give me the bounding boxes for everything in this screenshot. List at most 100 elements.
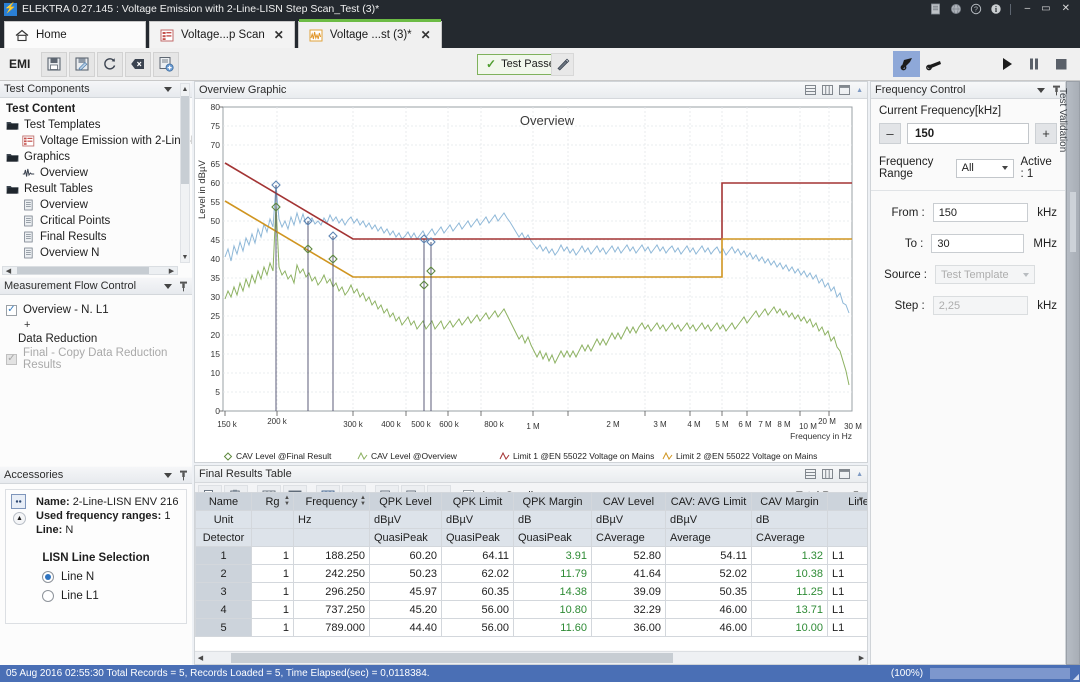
unit-qpk-margin[interactable]: dB▼ [514, 511, 592, 529]
tree-item-overview-graphic[interactable]: Overview [2, 165, 192, 181]
tab-home[interactable]: Home [4, 21, 146, 48]
pin-icon[interactable] [179, 470, 188, 481]
table-row[interactable]: 3 1 296.250 45.97 60.35 14.38 39.09 50.3… [196, 583, 868, 601]
results-horizontal-scrollbar[interactable]: ◀ ▶ [195, 651, 867, 664]
float-icon[interactable] [839, 85, 850, 95]
radio-button[interactable] [42, 590, 54, 602]
antenna-up-button[interactable] [893, 51, 920, 77]
scroll-right-icon[interactable]: ▶ [166, 267, 177, 274]
pause-button[interactable] [1020, 51, 1047, 77]
to-input[interactable]: 30 [931, 234, 1024, 253]
table-row[interactable]: 1 1 188.250 60.20 64.11 3.91 52.80 54.11… [196, 547, 868, 565]
save-as-button[interactable] [69, 52, 95, 77]
frequency-decrement-button[interactable]: – [879, 123, 901, 144]
save-button[interactable] [41, 52, 67, 77]
scroll-thumb[interactable] [1070, 192, 1076, 252]
antenna-down-button[interactable] [920, 51, 947, 77]
col-qpk-margin[interactable]: QPK Margin [514, 493, 592, 511]
col-cav-level[interactable]: CAV Level [592, 493, 666, 511]
edit-button[interactable] [551, 53, 574, 76]
col-qpk-limit[interactable]: QPK Limit [442, 493, 514, 511]
unit-cav-avg-limit[interactable]: dBµV▼ [666, 511, 752, 529]
pin-icon[interactable] [179, 281, 188, 292]
tree-item-graphics[interactable]: Graphics [2, 149, 192, 165]
scroll-up-icon[interactable]: ▲ [181, 84, 189, 94]
resize-grip-icon[interactable]: ◢ [1073, 672, 1079, 681]
help-icon[interactable]: ? [970, 3, 982, 15]
collapse-icon[interactable]: ▲ [856, 87, 863, 94]
col-name[interactable]: Name [196, 493, 252, 511]
chevron-down-icon[interactable] [1037, 88, 1045, 93]
tab-close-icon[interactable]: ✕ [421, 28, 431, 42]
columns-icon[interactable] [822, 469, 833, 479]
table-row[interactable]: 2 1 242.250 50.23 62.02 11.79 41.64 52.0… [196, 565, 868, 583]
scroll-thumb[interactable] [231, 653, 673, 663]
tree-item-final-results[interactable]: Final Results [2, 229, 192, 245]
tree-vertical-scrollbar[interactable]: ▲ ▼ [180, 83, 190, 263]
tree-item-critical-points[interactable]: Critical Points [2, 213, 192, 229]
scroll-right-icon[interactable]: ▶ [856, 652, 867, 664]
scroll-thumb[interactable] [17, 267, 149, 274]
tab-close-icon[interactable]: ✕ [274, 28, 284, 42]
tree-item-overview-n[interactable]: Overview N [2, 245, 192, 261]
results-grid[interactable]: Name Rg▲▼ Frequency▲▼ QPK Level QPK Limi… [195, 492, 867, 650]
tree-item-voltage-emission-template[interactable]: Voltage Emission with 2-Line-LISN St [2, 133, 192, 149]
scroll-down-icon[interactable]: ▼ [181, 252, 189, 262]
unit-cav-margin[interactable]: dB▼ [752, 511, 828, 529]
unit-qpk-limit[interactable]: dBµV▼ [442, 511, 514, 529]
unit-frequency[interactable]: Hz▼ [294, 511, 370, 529]
scroll-left-icon[interactable]: ◀ [3, 267, 14, 274]
checkbox[interactable]: ✓ [6, 305, 17, 316]
refresh-button[interactable] [97, 52, 123, 77]
from-input[interactable]: 150 [933, 203, 1029, 222]
scroll-left-icon[interactable]: ◀ [195, 652, 206, 664]
table-row[interactable]: 5 1 789.000 44.40 56.00 11.60 36.00 46.0… [196, 619, 868, 637]
unit-cav-level[interactable]: dBµV▼ [592, 511, 666, 529]
tree-item-overview-table[interactable]: Overview [2, 197, 192, 213]
chart-canvas[interactable]: Level in dBµV [195, 99, 867, 462]
radio-button[interactable] [42, 571, 54, 583]
frequency-range-select[interactable]: All [956, 159, 1015, 178]
info-icon[interactable]: i [990, 3, 1002, 15]
rows-icon[interactable] [805, 85, 816, 95]
float-icon[interactable] [839, 469, 850, 479]
chevron-down-icon[interactable] [164, 87, 172, 92]
delete-button[interactable] [125, 52, 151, 77]
overview-chart[interactable]: 807570 656055 504540 353025 201510 50 [195, 99, 863, 462]
flow-item-overview[interactable]: ✓ Overview - N. L1 [6, 301, 192, 319]
collapse-icon[interactable]: ▲ [13, 512, 26, 525]
scroll-thumb[interactable] [181, 96, 189, 184]
maximize-button[interactable]: ▭ [1041, 4, 1050, 14]
tree-root[interactable]: Test Content [2, 101, 192, 117]
collapse-icon[interactable]: ▲ [856, 471, 863, 478]
radio-line-n[interactable]: Line N [42, 571, 180, 583]
radio-line-l1[interactable]: Line L1 [42, 590, 180, 602]
col-cav-margin[interactable]: CAV Margin [752, 493, 828, 511]
col-cav-avg-limit[interactable]: CAV: AVG Limit [666, 493, 752, 511]
current-frequency-input[interactable]: 150 [907, 123, 1029, 144]
col-qpk-level[interactable]: QPK Level [370, 493, 442, 511]
test-validation-tab[interactable]: Test Validation [1066, 81, 1080, 665]
col-rg[interactable]: Rg▲▼ [252, 493, 294, 511]
col-frequency[interactable]: Frequency▲▼ [294, 493, 370, 511]
flow-add-icon[interactable]: + [6, 319, 192, 333]
chevron-down-icon[interactable] [164, 284, 172, 289]
unit-qpk-level[interactable]: dBµV▼ [370, 511, 442, 529]
tree-item-result-tables[interactable]: Result Tables [2, 181, 192, 197]
stop-button[interactable] [1047, 51, 1074, 77]
document-icon[interactable] [930, 3, 942, 15]
tab-voltage-test-3[interactable]: Voltage ...st (3)* ✕ [298, 21, 442, 48]
frequency-increment-button[interactable]: + [1035, 123, 1057, 144]
columns-icon[interactable] [822, 85, 833, 95]
chevron-down-icon[interactable] [164, 473, 172, 478]
add-report-button[interactable] [153, 52, 179, 77]
minimize-button[interactable]: – [1025, 4, 1031, 14]
play-button[interactable] [993, 51, 1020, 77]
tab-voltage-step-scan[interactable]: Voltage...p Scan ✕ [149, 21, 295, 48]
tree-item-test-templates[interactable]: Test Templates [2, 117, 192, 133]
close-button[interactable]: ✕ [1062, 4, 1070, 14]
table-row[interactable]: 4 1 737.250 45.20 56.00 10.80 32.29 46.0… [196, 601, 868, 619]
tree-horizontal-scrollbar[interactable]: ◀ ▶ [2, 266, 178, 275]
globe-icon[interactable] [950, 3, 962, 15]
rows-icon[interactable] [805, 469, 816, 479]
